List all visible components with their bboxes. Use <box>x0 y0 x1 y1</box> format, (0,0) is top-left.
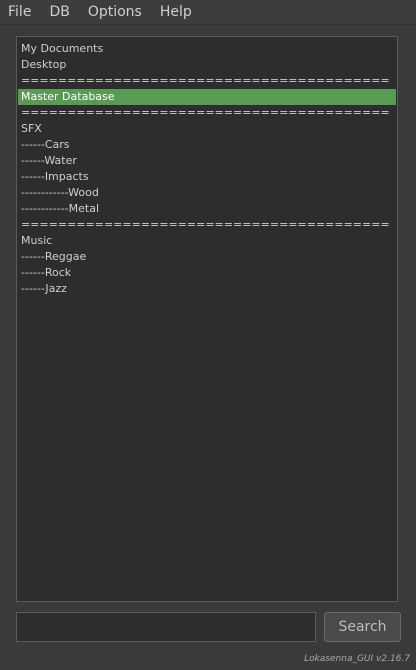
menu-bar: File DB Options Help <box>0 0 416 25</box>
list-item[interactable]: SFX <box>18 121 396 137</box>
list-item[interactable]: ======================================== <box>18 217 396 233</box>
list-item[interactable]: ------Jazz <box>18 281 396 297</box>
list-item[interactable]: ------Cars <box>18 137 396 153</box>
list-item-selected[interactable]: Master Database <box>18 89 396 105</box>
list-item[interactable]: ------------Wood <box>18 185 396 201</box>
menu-file[interactable]: File <box>0 4 39 20</box>
list-item[interactable]: ======================================== <box>18 105 396 121</box>
list-item[interactable]: Desktop <box>18 57 396 73</box>
list-item[interactable]: ------Rock <box>18 265 396 281</box>
list-item[interactable]: ------------Metal <box>18 201 396 217</box>
list-item[interactable]: ======================================== <box>18 73 396 89</box>
list-item[interactable]: My Documents <box>18 41 396 57</box>
version-label: Lokasenna_GUI v2.16.7 <box>304 654 410 664</box>
search-input[interactable] <box>16 612 316 642</box>
list-item[interactable]: ------Reggae <box>18 249 396 265</box>
list-item[interactable]: Music <box>18 233 396 249</box>
menu-help[interactable]: Help <box>150 4 200 20</box>
menu-options[interactable]: Options <box>78 4 150 20</box>
list-item[interactable]: ------Impacts <box>18 169 396 185</box>
search-button[interactable]: Search <box>324 612 401 642</box>
folder-list[interactable]: My Documents Desktop =====================… <box>16 36 398 602</box>
menu-db[interactable]: DB <box>39 4 77 20</box>
list-item[interactable]: ------Water <box>18 153 396 169</box>
